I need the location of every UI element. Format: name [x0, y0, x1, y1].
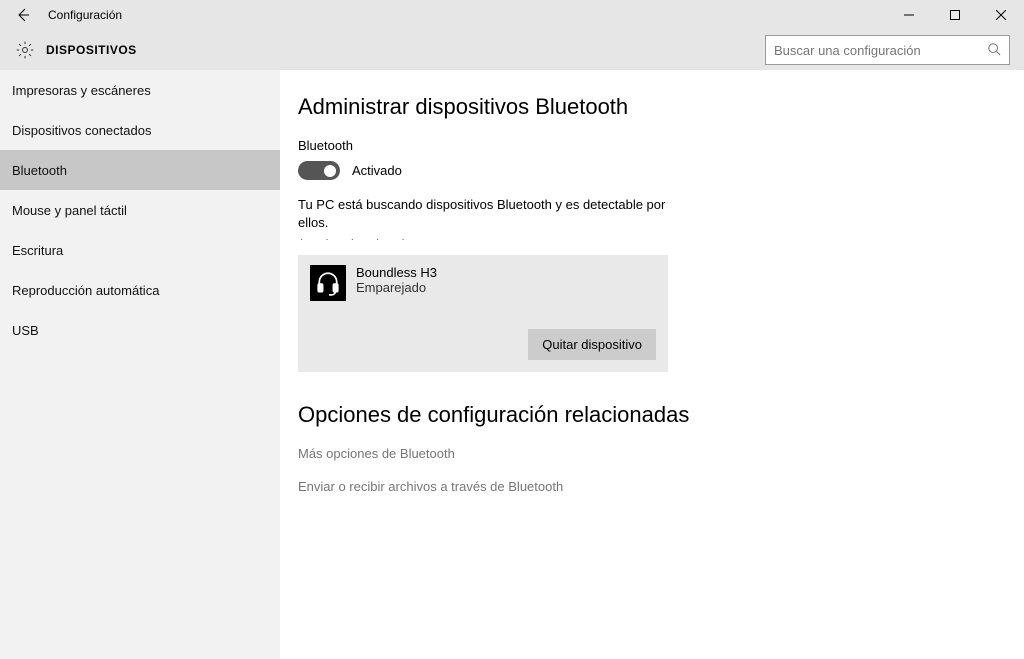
- close-icon: [996, 10, 1006, 20]
- device-status: Emparejado: [356, 280, 437, 295]
- sidebar-item-label: Impresoras y escáneres: [12, 83, 151, 98]
- progress-dots: ·····: [298, 234, 1024, 245]
- header-title: DISPOSITIVOS: [46, 43, 137, 57]
- sidebar-item-autoplay[interactable]: Reproducción automática: [0, 270, 280, 310]
- sidebar-item-label: Escritura: [12, 243, 63, 258]
- toggle-knob: [324, 165, 336, 177]
- sidebar-item-label: Dispositivos conectados: [12, 123, 151, 138]
- back-button[interactable]: [8, 7, 38, 23]
- related-settings-title: Opciones de configuración relacionadas: [298, 402, 1024, 428]
- link-more-bluetooth-options[interactable]: Más opciones de Bluetooth: [298, 446, 1024, 461]
- toggle-state-label: Activado: [352, 163, 402, 178]
- search-box[interactable]: [765, 35, 1010, 65]
- headset-icon: [310, 265, 346, 301]
- sidebar-item-label: Reproducción automática: [12, 283, 159, 298]
- arrow-left-icon: [15, 7, 31, 23]
- sidebar-item-printers[interactable]: Impresoras y escáneres: [0, 70, 280, 110]
- sidebar: Impresoras y escáneres Dispositivos cone…: [0, 70, 280, 659]
- device-info: Boundless H3 Emparejado: [356, 265, 437, 295]
- link-send-receive-files[interactable]: Enviar o recibir archivos a través de Bl…: [298, 479, 1024, 494]
- content: Administrar dispositivos Bluetooth Bluet…: [280, 70, 1024, 659]
- search-input[interactable]: [774, 43, 987, 58]
- gear-icon: [14, 39, 36, 61]
- minimize-button[interactable]: [886, 1, 932, 30]
- sidebar-item-label: USB: [12, 323, 39, 338]
- sidebar-item-bluetooth[interactable]: Bluetooth: [0, 150, 280, 190]
- sidebar-item-typing[interactable]: Escritura: [0, 230, 280, 270]
- device-card[interactable]: Boundless H3 Emparejado Quitar dispositi…: [298, 255, 668, 372]
- remove-device-button[interactable]: Quitar dispositivo: [528, 329, 656, 360]
- maximize-button[interactable]: [932, 1, 978, 30]
- sidebar-item-mouse[interactable]: Mouse y panel táctil: [0, 190, 280, 230]
- toggle-section-label: Bluetooth: [298, 138, 1024, 153]
- page-title: Administrar dispositivos Bluetooth: [298, 94, 1024, 120]
- maximize-icon: [950, 10, 960, 20]
- sidebar-item-connected-devices[interactable]: Dispositivos conectados: [0, 110, 280, 150]
- close-button[interactable]: [978, 1, 1024, 30]
- header: DISPOSITIVOS: [0, 30, 1024, 70]
- sidebar-item-usb[interactable]: USB: [0, 310, 280, 350]
- title-bar: Configuración: [0, 0, 1024, 30]
- window-title: Configuración: [48, 8, 122, 22]
- main-layout: Impresoras y escáneres Dispositivos cone…: [0, 70, 1024, 659]
- device-name: Boundless H3: [356, 265, 437, 280]
- bluetooth-toggle-row: Activado: [298, 161, 1024, 180]
- sidebar-item-label: Mouse y panel táctil: [12, 203, 127, 218]
- search-icon: [987, 42, 1001, 59]
- minimize-icon: [904, 10, 914, 20]
- device-row: Boundless H3 Emparejado: [310, 265, 656, 301]
- sidebar-item-label: Bluetooth: [12, 163, 67, 178]
- bluetooth-toggle[interactable]: [298, 161, 340, 180]
- status-text: Tu PC está buscando dispositivos Bluetoo…: [298, 196, 668, 232]
